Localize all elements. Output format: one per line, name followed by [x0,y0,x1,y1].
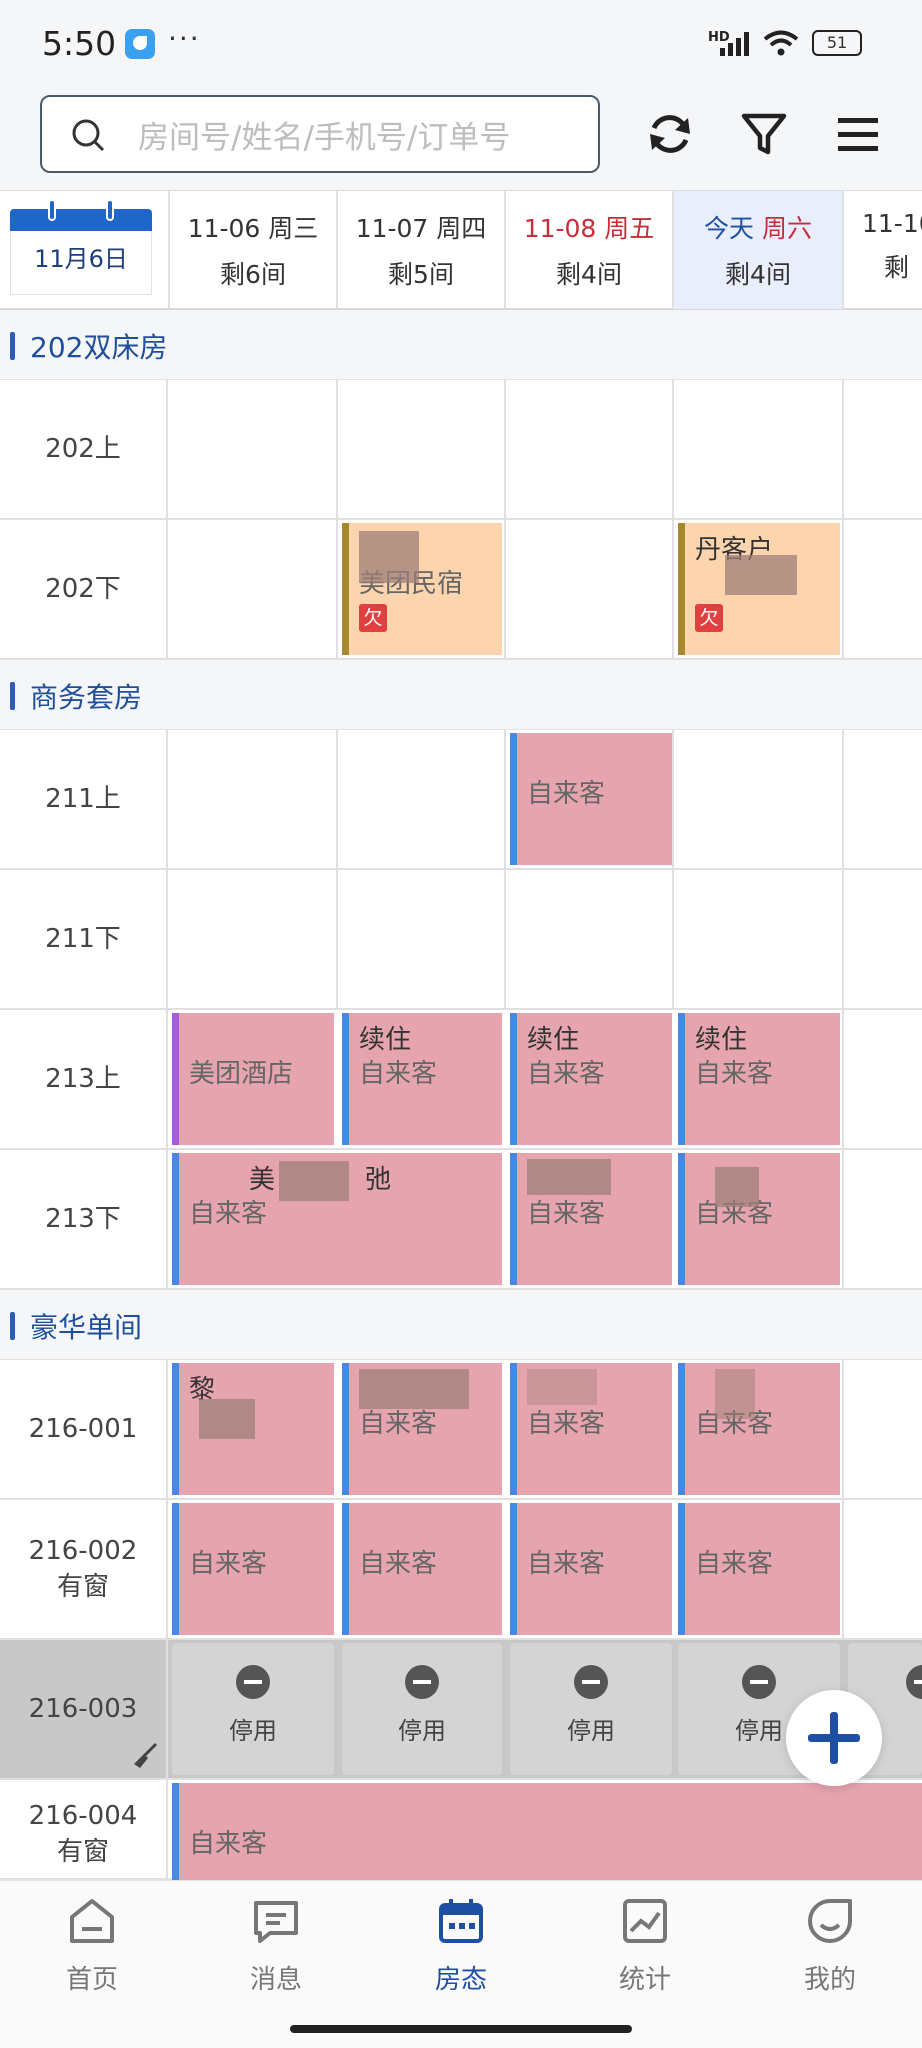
owe-badge: 欠 [359,604,387,632]
date-column-1[interactable]: 11-07 周四 剩5间 [336,191,504,309]
minus-circle-icon [742,1665,776,1699]
booking-card[interactable]: 自来客 [678,1503,840,1635]
menu-icon[interactable] [832,108,884,160]
battery-icon: 51 [812,30,862,56]
disabled-cell[interactable]: 停用 [510,1643,672,1775]
rooms-remaining: 剩4间 [725,260,791,289]
booking-card[interactable]: 美弛 自来客 [172,1153,502,1285]
room-label[interactable]: 202上 [0,380,168,518]
room-type-header[interactable]: 豪华单间 [0,1290,922,1360]
room-row-213-upper: 213上 美团酒店 续住 自来客 续住 自来客 续住 自来客 [0,1010,922,1150]
calendar-picker[interactable]: 11月6日 [6,199,154,299]
booking-card[interactable]: 黎 [172,1363,334,1495]
minus-circle-icon [574,1665,608,1699]
room-label[interactable]: 213下 [0,1150,168,1288]
bottom-nav: 首页 消息 房态 统计 我的 [0,1880,922,2048]
minus-circle-icon [906,1665,922,1699]
booking-card[interactable]: 自来客 [342,1503,502,1635]
home-icon [70,1899,114,1943]
search-placeholder: 房间号/姓名/手机号/订单号 [138,120,511,156]
room-label[interactable]: 216-004 有窗 [0,1780,168,1880]
room-row-216-002: 216-002 有窗 自来客 自来客 自来客 自来客 [0,1500,922,1640]
date-column-today[interactable]: 今天 周六 剩4间 [672,191,842,309]
booking-card[interactable]: 自来客 [678,1363,840,1495]
minus-circle-icon [236,1665,270,1699]
rooms-remaining: 剩5间 [388,260,454,289]
room-label[interactable]: 202下 [0,520,168,658]
nav-home[interactable]: 首页 [32,1895,152,1996]
date-header: 11月6日 11-06 周三 剩6间 11-07 周四 剩5间 11-08 周五… [0,190,922,310]
wifi-icon [763,30,799,56]
refresh-icon[interactable] [644,108,696,160]
date-column-0[interactable]: 11-06 周三 剩6间 [168,191,336,309]
disabled-cell[interactable]: 停用 [172,1643,334,1775]
smile-icon [808,1899,852,1943]
date-column-4[interactable]: 11-10 剩 [842,191,922,309]
broom-icon [134,1742,158,1768]
nav-room-status[interactable]: 房态 [401,1895,521,1996]
app-notification-icon [125,29,155,59]
date-column-2[interactable]: 11-08 周五 剩4间 [504,191,672,309]
room-row-202-lower: 202下 美团民宿 欠 丹客户 欠 [0,520,922,660]
room-type-header[interactable]: 202双床房 [0,310,922,380]
room-label[interactable]: 211下 [0,870,168,1008]
room-label[interactable]: 216-002 有窗 [0,1500,168,1638]
message-icon [254,1901,298,1943]
booking-card[interactable]: 自来客 [510,1153,672,1285]
rooms-remaining: 剩6间 [220,260,286,289]
signal-icon [720,32,749,56]
owe-badge: 欠 [695,604,723,632]
room-row-216-003: 216-003 停用 停用 停用 停用 [0,1640,922,1780]
room-label[interactable]: 211上 [0,730,168,868]
booking-card[interactable]: 自来客 [172,1503,334,1635]
booking-card[interactable]: 丹客户 欠 [678,523,840,655]
minus-circle-icon [405,1665,439,1699]
booking-card[interactable]: 美团民宿 欠 [342,523,502,655]
status-bar: 5:50 ··· HD 51 [0,0,922,86]
search-icon [72,119,105,152]
more-notifications-icon: ··· [168,22,201,55]
room-type-header[interactable]: 商务套房 [0,660,922,730]
room-row-211-lower: 211下 [0,870,922,1010]
room-row-202-upper: 202上 [0,380,922,520]
room-row-211-upper: 211上 自来客 [0,730,922,870]
booking-card[interactable]: 续住 自来客 [678,1013,840,1145]
booking-card[interactable]: 自来客 [510,1503,672,1635]
calendar-date: 11月6日 [10,231,152,295]
add-booking-button[interactable] [786,1690,882,1786]
booking-card[interactable]: 自来客 [678,1153,840,1285]
rooms-remaining: 剩4间 [556,260,622,289]
calendar-icon [439,1899,483,1943]
room-row-213-lower: 213下 美弛 自来客 自来客 自来客 [0,1150,922,1290]
nav-mine[interactable]: 我的 [770,1895,890,1996]
booking-card[interactable]: 续住 自来客 [510,1013,672,1145]
booking-card[interactable]: 自来客 [342,1363,502,1495]
disabled-cell[interactable]: 停用 [342,1643,502,1775]
nav-stats[interactable]: 统计 [585,1895,705,1996]
booking-card[interactable]: 美团酒店 [172,1013,334,1145]
booking-card[interactable]: 自来客 [510,1363,672,1495]
booking-card[interactable]: 续住 自来客 [342,1013,502,1145]
room-row-216-004: 216-004 有窗 自来客 [0,1780,922,1880]
room-row-216-001: 216-001 黎 自来客 自来客 自来客 [0,1360,922,1500]
filter-icon[interactable] [738,108,790,160]
booking-card[interactable]: 自来客 [172,1783,922,1880]
home-indicator[interactable] [290,2025,632,2033]
room-label[interactable]: 213上 [0,1010,168,1148]
chart-icon [623,1899,667,1943]
nav-messages[interactable]: 消息 [216,1895,336,1996]
booking-card[interactable]: 自来客 [510,733,672,865]
status-time: 5:50 [42,24,117,63]
room-label[interactable]: 216-001 [0,1360,168,1498]
